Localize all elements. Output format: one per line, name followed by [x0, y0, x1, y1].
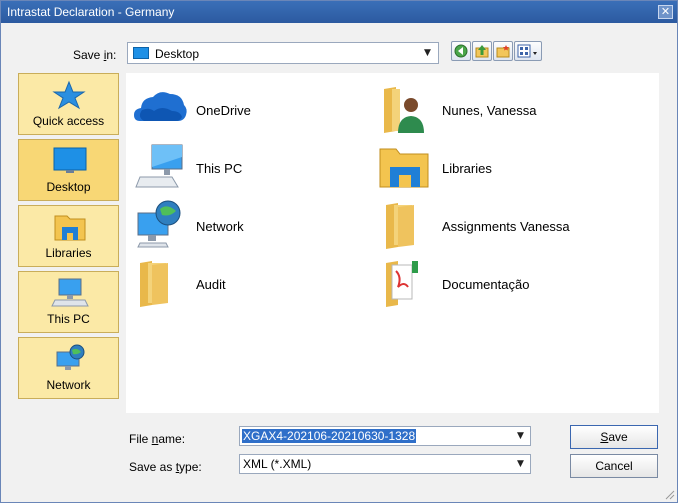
star-icon	[52, 80, 86, 110]
item-name: Nunes, Vanessa	[442, 103, 537, 118]
window-title: Intrastat Declaration - Germany	[7, 5, 175, 19]
libraries-icon	[379, 148, 429, 188]
folder-icon	[140, 261, 168, 307]
view-menu-button[interactable]	[514, 41, 542, 61]
chevron-down-icon: ▼	[424, 48, 431, 58]
list-item-audit[interactable]: Audit	[132, 257, 362, 309]
list-item-this-pc[interactable]: This PC	[132, 141, 362, 193]
list-item-onedrive[interactable]: OneDrive	[132, 83, 362, 135]
libraries-icon	[54, 215, 86, 241]
item-name: This PC	[196, 161, 243, 176]
save-in-dropdown[interactable]: Desktop ▼	[127, 42, 439, 64]
item-name: Network	[196, 219, 244, 234]
pdf-folder-icon	[386, 261, 418, 307]
save-button[interactable]: Save	[570, 425, 658, 449]
save-as-type-label: Save as type:	[129, 460, 202, 474]
close-button[interactable]: ✕	[658, 5, 673, 19]
desktop-icon	[53, 147, 87, 173]
new-folder-icon	[496, 45, 510, 58]
view-menu-icon	[517, 44, 537, 58]
computer-icon	[135, 144, 183, 188]
save-as-type-value: XML (*.XML)	[243, 457, 312, 471]
up-folder-button[interactable]	[472, 41, 492, 61]
list-item-network[interactable]: Network	[132, 199, 362, 251]
place-quick-access[interactable]: Quick access	[18, 73, 119, 135]
file-name-value: XGAX4-202106-20210630-1328	[242, 429, 417, 443]
desktop-icon	[133, 47, 149, 59]
up-folder-icon	[475, 45, 489, 58]
list-item-documentacao[interactable]: Documentação	[378, 257, 608, 309]
item-name: Libraries	[442, 161, 492, 176]
folder-icon	[386, 203, 414, 249]
network-icon	[137, 200, 181, 248]
chevron-down-icon: ▼	[517, 431, 524, 441]
item-name: Audit	[196, 277, 226, 292]
list-item-assignments-vanessa[interactable]: Assignments Vanessa	[378, 199, 608, 251]
back-button[interactable]	[451, 41, 471, 61]
back-icon	[454, 44, 468, 58]
place-label: Quick access	[32, 114, 105, 128]
file-name-input[interactable]: XGAX4-202106-20210630-1328 ▼	[239, 426, 531, 446]
place-label: Desktop	[46, 180, 91, 194]
file-list[interactable]: OneDrive Nunes, Vanessa This PC Librarie…	[126, 73, 659, 413]
place-this-pc[interactable]: This PC	[18, 271, 119, 333]
title-bar[interactable]: Intrastat Declaration - Germany ✕	[1, 1, 677, 23]
network-icon	[56, 344, 85, 370]
save-in-label: Save in:	[73, 48, 117, 62]
user-folder-icon	[384, 87, 424, 133]
new-folder-button[interactable]	[493, 41, 513, 61]
places-bar: Quick access Desktop Libraries This PC N…	[16, 73, 121, 403]
item-name: OneDrive	[196, 103, 251, 118]
resize-grip-icon[interactable]	[665, 490, 675, 500]
place-label: Network	[46, 378, 91, 392]
place-desktop[interactable]: Desktop	[18, 139, 119, 201]
onedrive-icon	[134, 92, 187, 121]
file-name-label: File name:	[129, 432, 186, 446]
list-item-libraries[interactable]: Libraries	[378, 141, 608, 193]
list-item-nunes-vanessa[interactable]: Nunes, Vanessa	[378, 83, 608, 135]
place-label: This PC	[47, 312, 90, 326]
place-label: Libraries	[45, 246, 92, 260]
item-name: Documentação	[442, 277, 530, 292]
place-network[interactable]: Network	[18, 337, 119, 399]
chevron-down-icon: ▼	[517, 459, 524, 469]
item-name: Assignments Vanessa	[442, 219, 570, 234]
save-in-value: Desktop	[155, 47, 200, 61]
computer-icon	[51, 278, 89, 307]
save-as-type-dropdown[interactable]: XML (*.XML) ▼	[239, 454, 531, 474]
cancel-button[interactable]: Cancel	[570, 454, 658, 478]
save-dialog: Intrastat Declaration - Germany ✕ Save i…	[0, 0, 678, 503]
place-libraries[interactable]: Libraries	[18, 205, 119, 267]
